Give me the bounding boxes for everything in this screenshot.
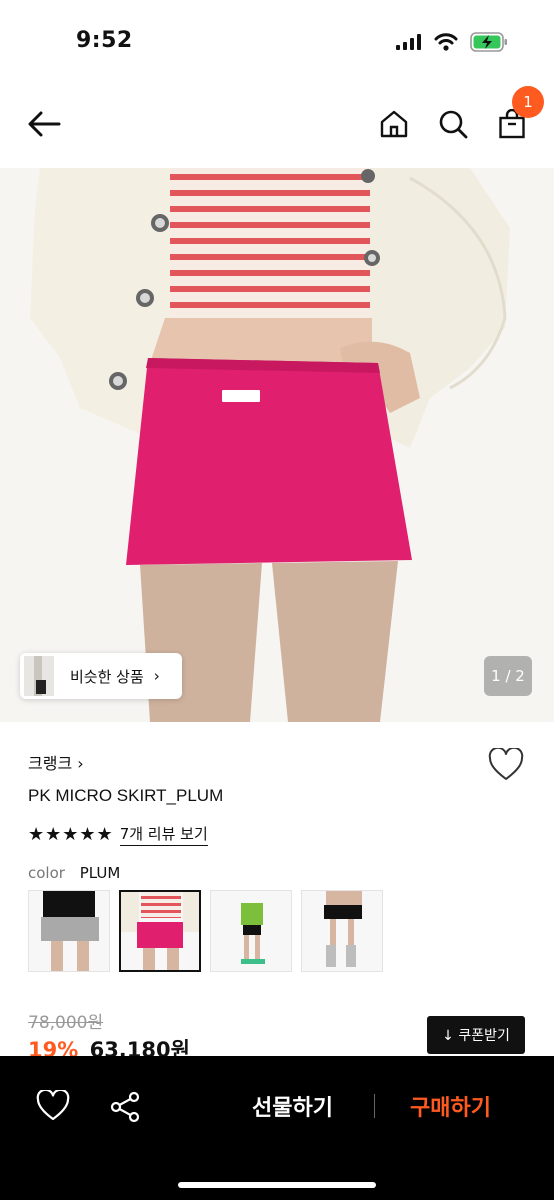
similar-products-button[interactable]: 비슷한 상품 › — [20, 653, 182, 699]
search-icon — [439, 110, 468, 139]
bottom-wishlist-button[interactable] — [36, 1088, 70, 1124]
similar-products-thumbnail — [24, 656, 54, 696]
back-button[interactable] — [24, 104, 64, 144]
color-value: PLUM — [79, 864, 121, 882]
status-bar: 9:52 — [0, 0, 554, 80]
product-name: PK MICRO SKIRT_PLUM — [28, 786, 224, 805]
wifi-icon — [434, 33, 458, 51]
brand-link[interactable]: 크랭크 › — [28, 750, 84, 774]
chevron-right-icon: › — [153, 667, 160, 685]
share-icon — [110, 1091, 140, 1123]
battery-icon — [470, 32, 507, 52]
home-indicator — [178, 1182, 376, 1188]
rating-stars: ★★★★★ — [28, 824, 114, 845]
similar-products-label: 비슷한 상품 — [70, 667, 144, 686]
color-label: color — [28, 864, 65, 882]
cart-count-badge: 1 — [512, 86, 544, 118]
color-swatch-plum[interactable] — [119, 890, 201, 972]
coupon-button[interactable]: ↓ 쿠폰받기 — [427, 1016, 525, 1054]
home-icon — [380, 110, 408, 138]
back-arrow-icon — [28, 111, 61, 137]
product-photo — [0, 168, 554, 722]
share-button[interactable] — [108, 1090, 142, 1124]
buy-button[interactable]: 구매하기 — [410, 1090, 491, 1122]
home-button[interactable] — [374, 104, 414, 144]
nav-bar: 1 — [0, 86, 554, 160]
heart-icon — [36, 1088, 70, 1121]
original-price: 78,000원 — [28, 1013, 104, 1033]
product-image-carousel[interactable]: 비슷한 상품 › 1 / 2 — [0, 168, 554, 722]
gift-button[interactable]: 선물하기 — [252, 1090, 333, 1122]
color-swatch-black-green[interactable] — [210, 890, 292, 972]
status-time: 9:52 — [76, 28, 133, 53]
rating-row: ★★★★★ 7개 리뷰 보기 — [28, 823, 208, 846]
bottom-action-bar: 선물하기 구매하기 — [0, 1056, 554, 1200]
color-swatches — [28, 890, 383, 972]
bottom-bar-divider — [374, 1094, 375, 1118]
cart-button[interactable]: 1 — [492, 86, 544, 144]
review-link[interactable]: 7개 리뷰 보기 — [119, 823, 208, 846]
heart-icon — [488, 746, 524, 780]
color-swatch-grey[interactable] — [28, 890, 110, 972]
search-button[interactable] — [433, 104, 473, 144]
status-icons — [396, 30, 508, 54]
color-row: color PLUM — [28, 864, 120, 882]
color-swatch-black[interactable] — [301, 890, 383, 972]
signal-icon — [396, 34, 421, 50]
wishlist-button[interactable] — [488, 746, 524, 782]
image-page-indicator: 1 / 2 — [484, 656, 532, 696]
